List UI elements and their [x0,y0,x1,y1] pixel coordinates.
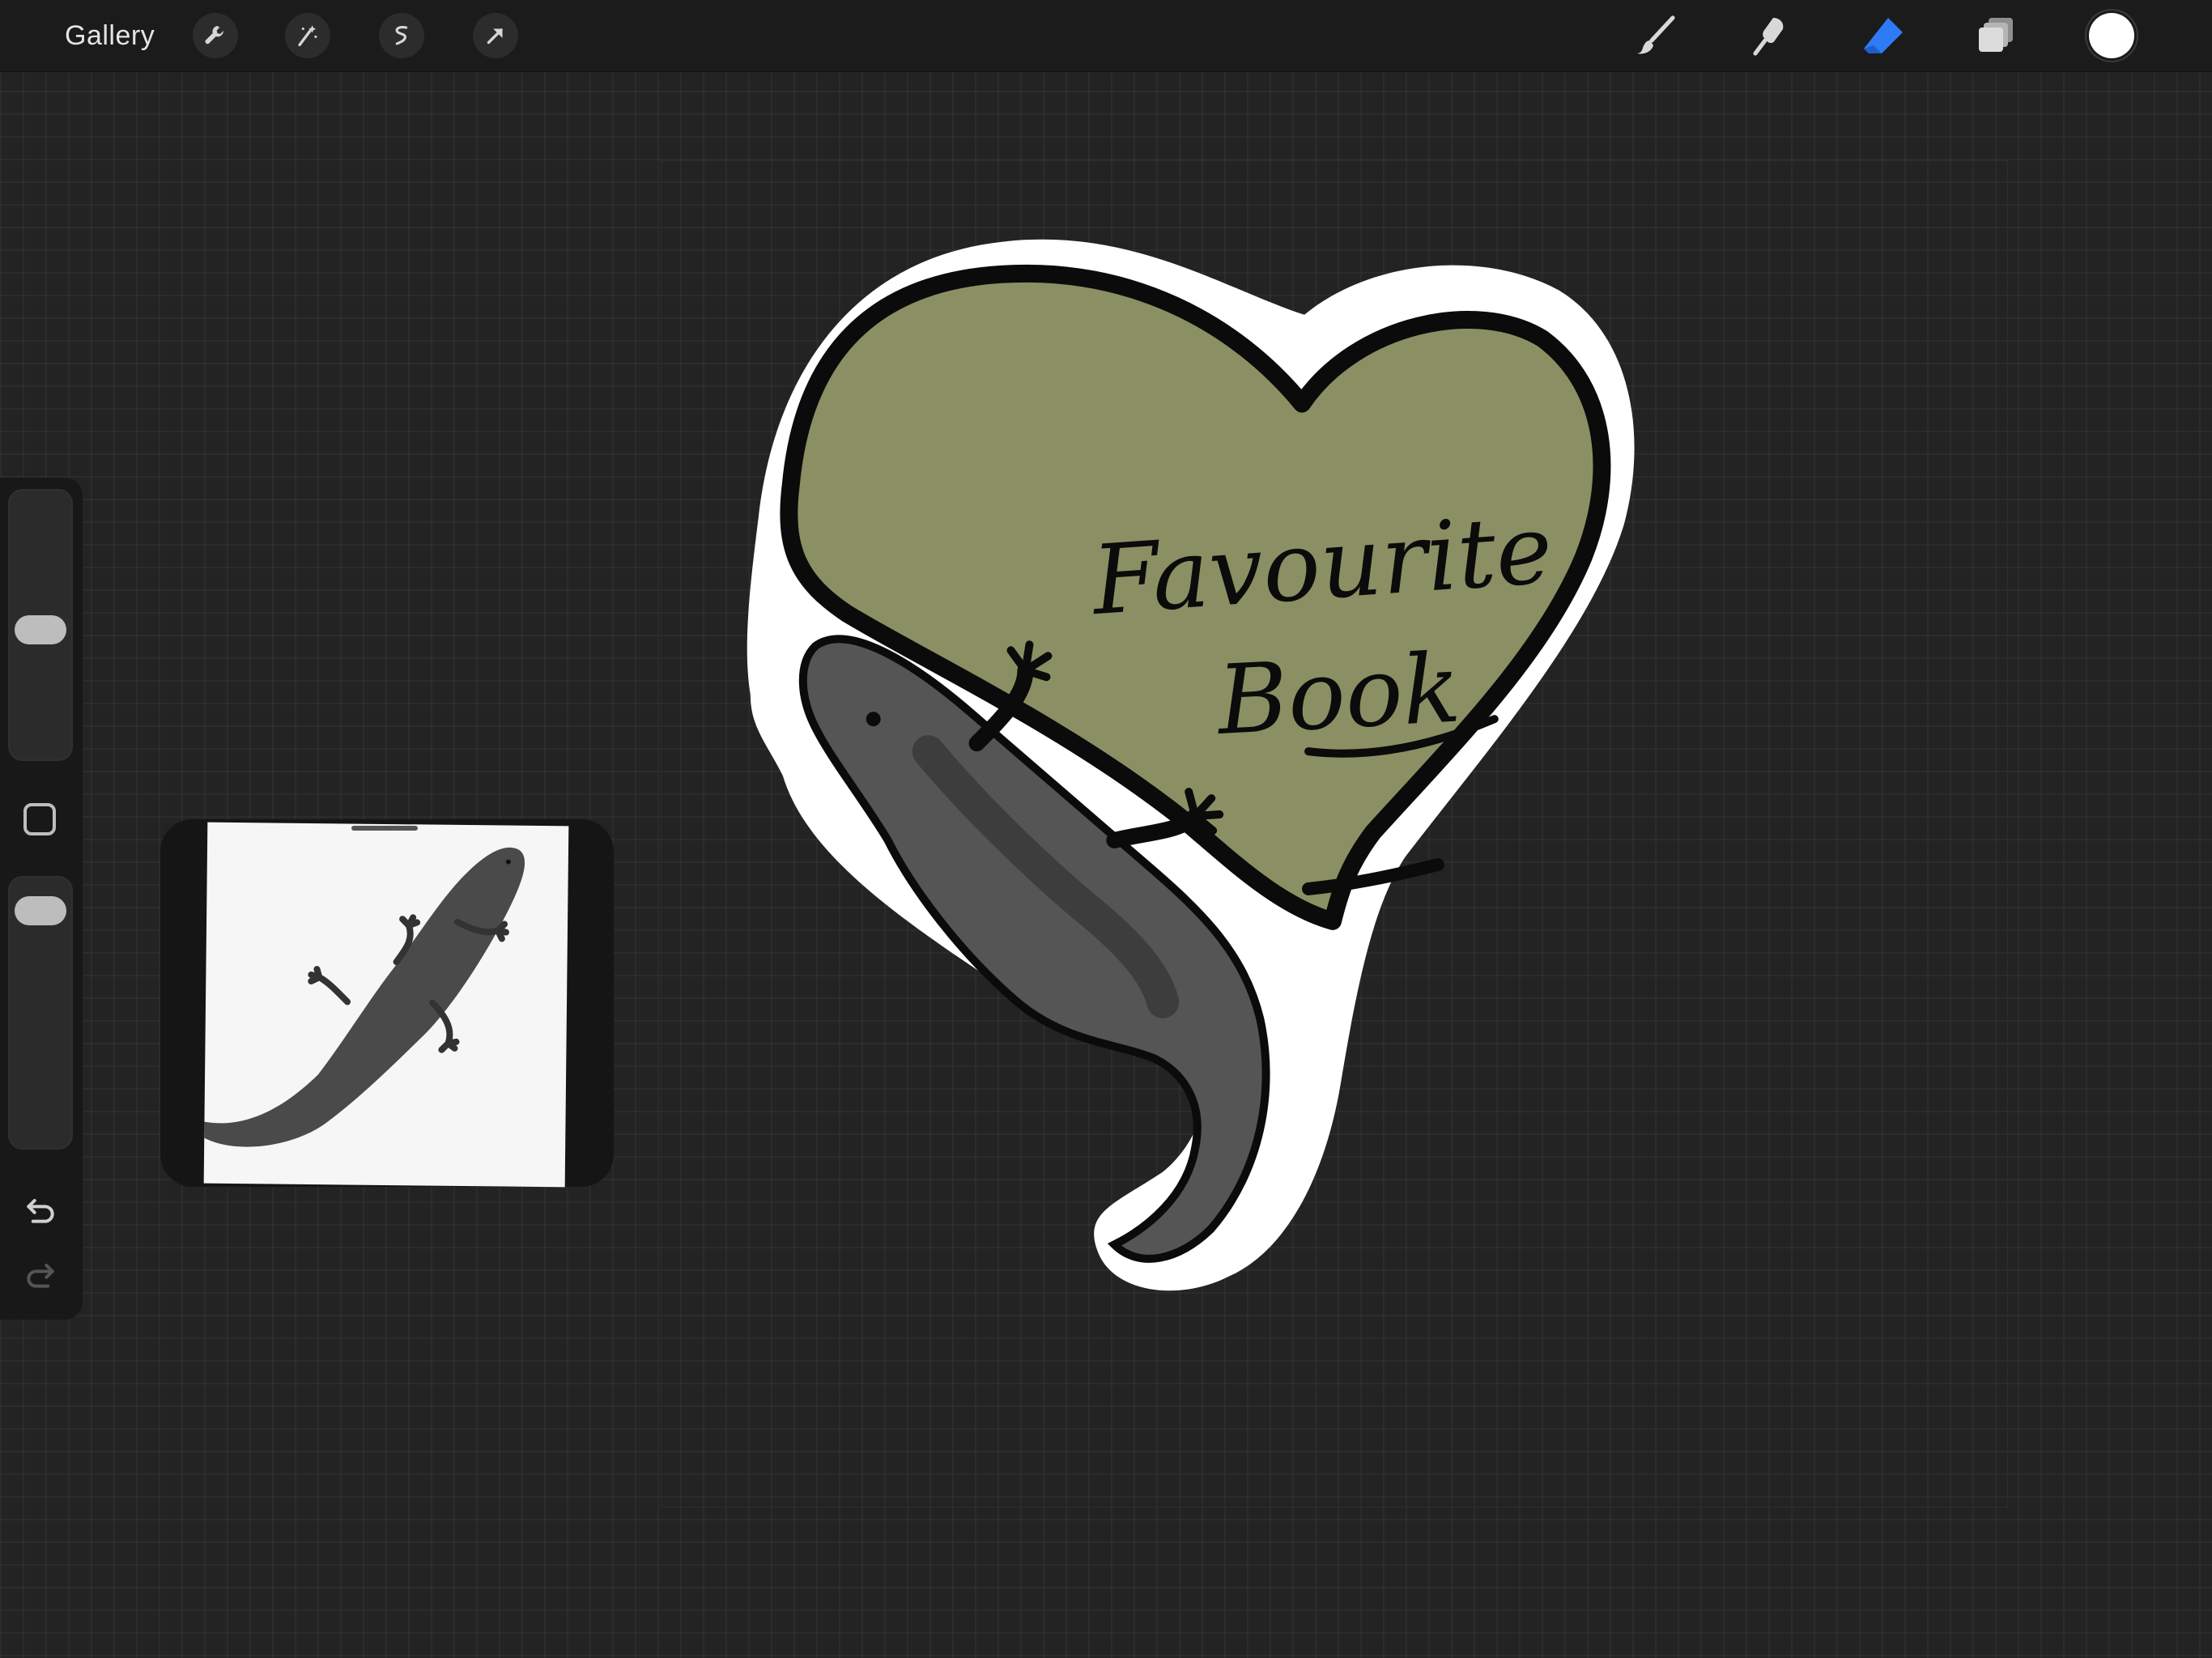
reference-drag-handle[interactable] [351,826,418,831]
actions-button[interactable] [193,13,238,58]
salamander-eye [866,712,881,727]
sticker-title-line2: Book [1214,632,1464,756]
brush-size-thumb[interactable] [15,614,66,644]
redo-button[interactable] [18,1252,63,1297]
transform-arrow-icon [487,28,503,45]
smudge-icon [1753,18,1784,56]
selection-icon [395,25,408,45]
brush-tool[interactable] [1632,11,1681,60]
smudge-tool[interactable] [1746,11,1794,60]
selection-button[interactable] [379,13,424,58]
opacity-thumb[interactable] [15,896,66,926]
undo-button[interactable] [18,1187,63,1232]
color-swatch-button[interactable] [2089,13,2134,58]
eraser-icon [1864,18,1903,53]
adjustments-button[interactable] [285,13,330,58]
left-sidebar [0,478,83,1320]
gallery-button[interactable]: Gallery [65,15,155,57]
transform-button[interactable] [473,13,518,58]
layers-icon [1979,18,2013,52]
drawing-canvas[interactable]: Favourite Book [661,160,2008,1507]
reference-window[interactable] [160,819,614,1188]
salamander-reference-illustration [204,847,525,1147]
wrench-icon [205,25,223,45]
opacity-slider[interactable] [8,876,73,1150]
reference-image [203,822,569,1188]
redo-icon [27,1263,54,1288]
eraser-tool[interactable] [1859,11,1908,60]
brush-icon [1637,15,1675,54]
modify-button[interactable] [23,803,56,835]
magic-wand-icon [298,25,317,47]
undo-icon [27,1198,54,1223]
brush-size-slider[interactable] [8,489,73,761]
sticker-artwork: Favourite Book [747,239,1635,1291]
top-toolbar: Gallery [0,0,2212,72]
layers-button[interactable] [1972,11,2021,60]
